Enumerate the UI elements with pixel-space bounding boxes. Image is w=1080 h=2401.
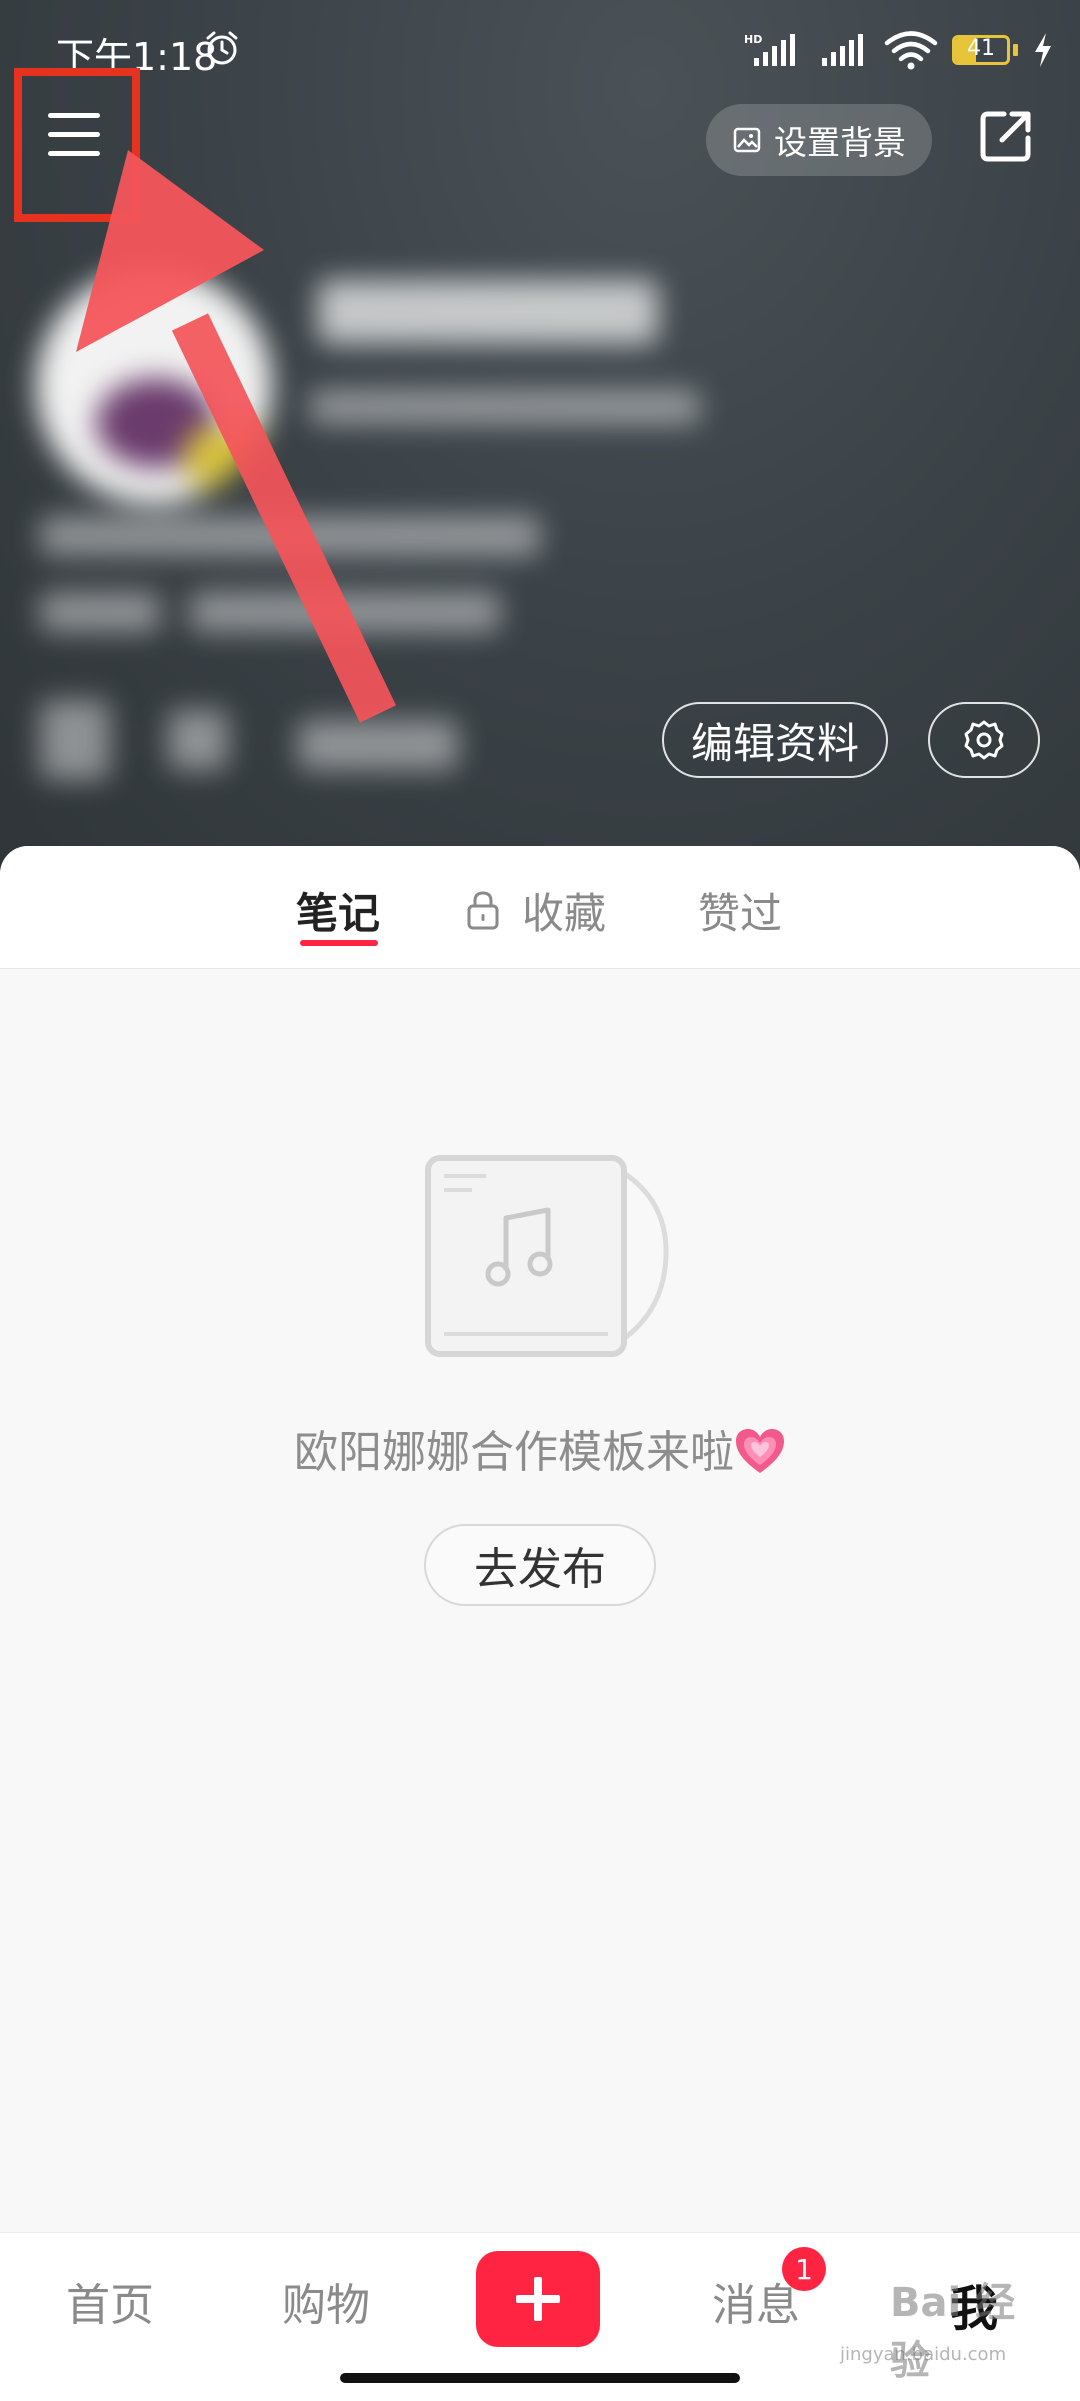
profile-tabs: 笔记 收藏 赞过 [0,846,1080,969]
signal-icon [822,34,863,66]
wifi-icon [884,31,938,70]
tab-liked[interactable]: 赞过 [698,880,782,941]
blurred-profile-info [0,240,1080,820]
svg-text:HD: HD [744,33,762,46]
baidu-watermark: Bai 经验 jingyan.baidu.com [840,2280,1016,2384]
empty-state-text: 欧阳娜娜合作模板来啦 [0,1416,1080,1480]
share-icon[interactable] [978,108,1034,164]
nav-home[interactable]: 首页 [66,2269,154,2333]
status-icons: HD 41 [744,28,1054,72]
music-album-icon [425,1155,669,1357]
signal-hd-icon: HD [744,33,795,66]
heart-icon [736,1429,784,1473]
publish-button[interactable]: 去发布 [424,1524,656,1606]
edit-profile-button[interactable]: 编辑资料 [662,702,888,778]
lock-icon [467,891,499,930]
active-tab-indicator [300,940,378,946]
charging-icon [1035,33,1051,67]
battery-icon: 41 [952,33,1018,67]
nav-shopping[interactable]: 购物 [282,2269,370,2333]
set-background-label: 设置背景 [774,123,906,162]
content-panel: 笔记 收藏 赞过 欧阳娜娜合作模板来啦 去发布 [0,846,1080,2232]
add-post-button[interactable] [476,2251,600,2347]
alarm-icon [206,31,238,65]
settings-button[interactable] [928,702,1040,778]
battery-level: 41 [967,36,995,61]
tab-notes[interactable]: 笔记 [296,880,380,941]
annotation-highlight-box [14,68,140,222]
plus-icon [516,2277,560,2321]
set-background-button[interactable]: 设置背景 [706,104,932,176]
avatar [36,268,272,504]
tab-favorites[interactable]: 收藏 [522,880,606,941]
image-icon [733,127,761,153]
status-bar: 下午1:18 HD 41 [0,0,1080,100]
gear-icon [964,720,1004,760]
home-indicator[interactable] [340,2373,740,2383]
